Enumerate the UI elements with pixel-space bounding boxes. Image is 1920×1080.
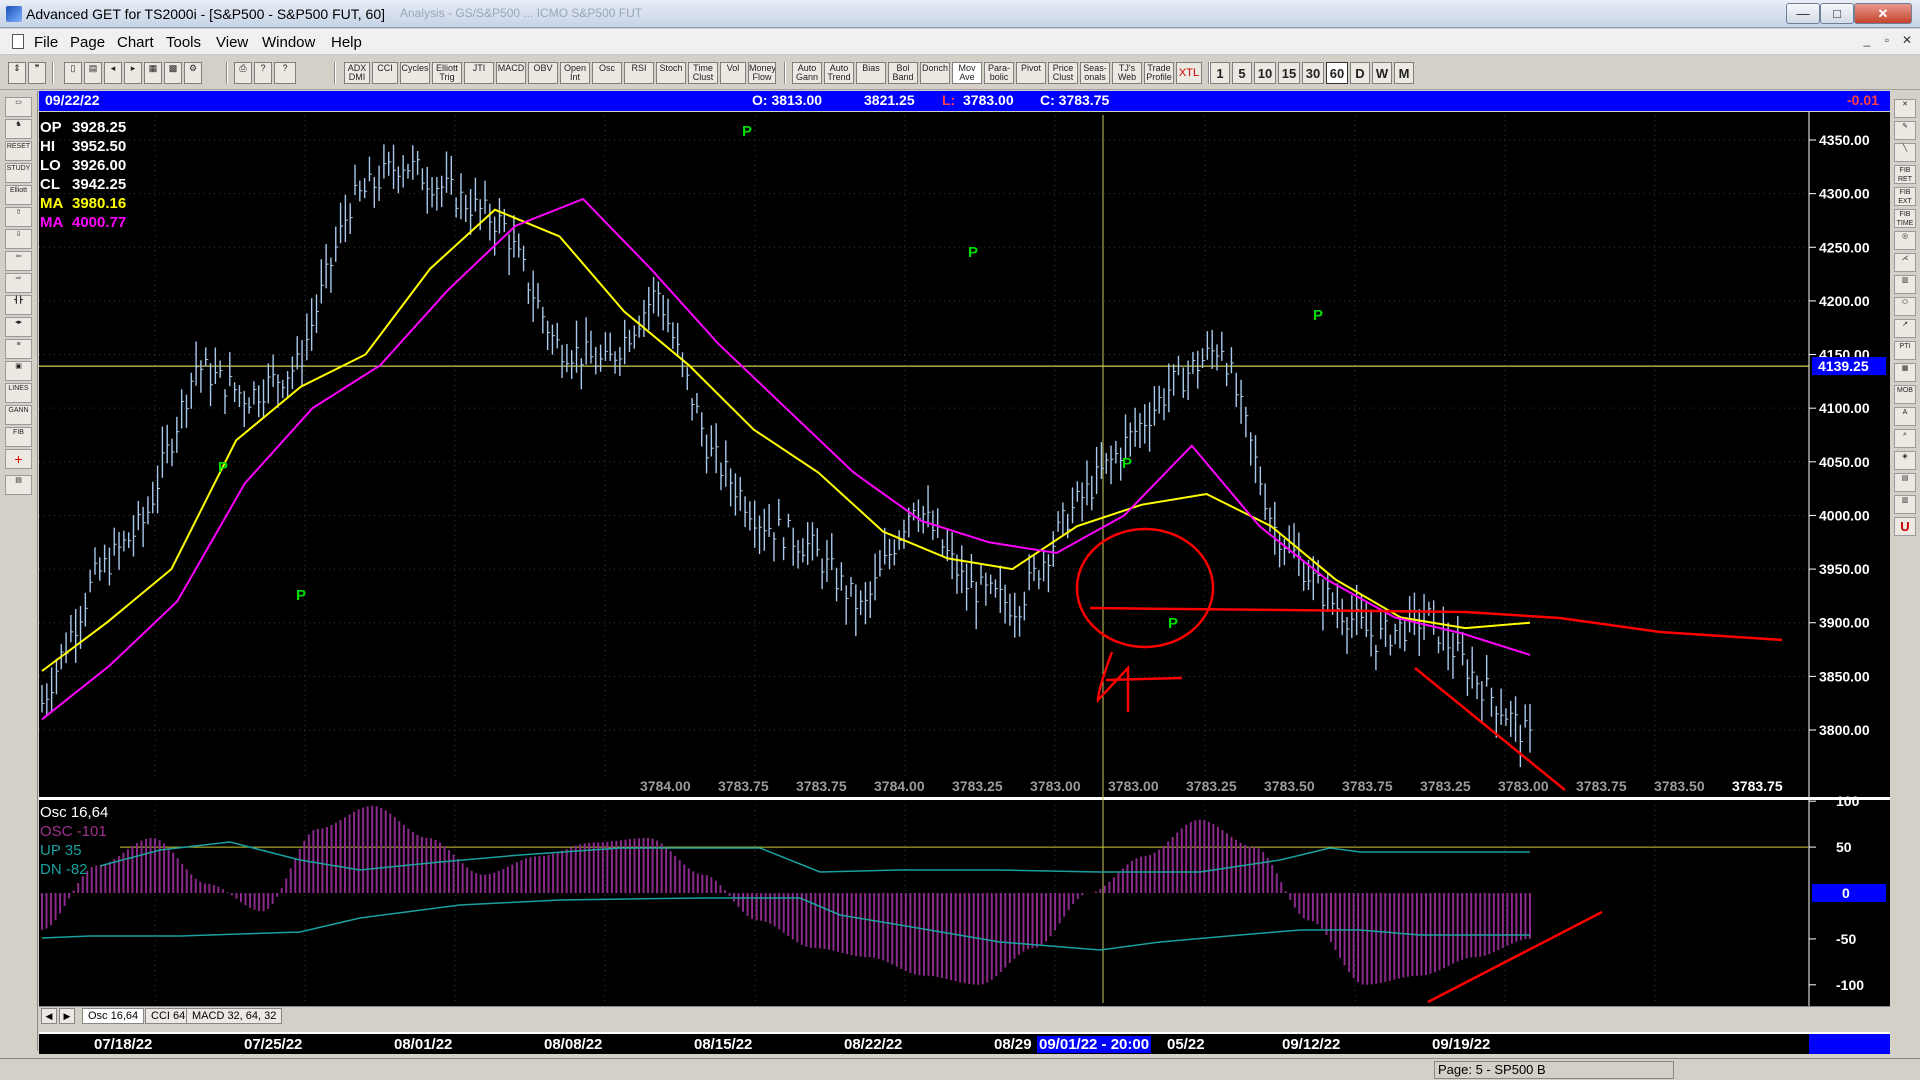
lo-label: LO: [40, 157, 61, 174]
status-bar: Page: 5 - SP500 B: [0, 1058, 1920, 1080]
price-axis-label: 4300.00: [1819, 186, 1870, 202]
op-label: OP: [40, 119, 62, 136]
bar-price-label: 3783.25: [1186, 778, 1237, 794]
bar-price-label: 3783.00: [1498, 778, 1549, 794]
bar-price-label: 3783.75: [796, 778, 847, 794]
bar-price-label: 3783.75: [718, 778, 769, 794]
bar-price-label: 3784.00: [874, 778, 925, 794]
bar-price-label: 3783.50: [1654, 778, 1705, 794]
osc-axis-label: 100: [1836, 793, 1860, 809]
annotation-support-line: [1089, 606, 1466, 614]
hi-value: 3952.50: [72, 138, 127, 155]
status-page-info: Page: 5 - SP500 B: [1434, 1061, 1674, 1079]
price-axis-label: 4050.00: [1819, 454, 1870, 470]
ma-slow-label: MA: [40, 214, 64, 231]
date-label: 07/18/22: [94, 1036, 153, 1053]
osc-title: Osc 16,64: [40, 804, 109, 821]
tab-osc[interactable]: Osc 16,64: [82, 1008, 145, 1024]
crosshair-date-label: 09/01/22 - 20:00: [1037, 1036, 1152, 1053]
annotation-handwriting: [1096, 651, 1183, 712]
price-axis-label: 4250.00: [1819, 239, 1870, 255]
price-axis-label: 4200.00: [1819, 293, 1870, 309]
date-label: 09/12/22: [1282, 1036, 1341, 1053]
crosshair-price-label: 4139.25: [1818, 358, 1869, 374]
bar-price-label: 3783.75: [1342, 778, 1393, 794]
ma-fast-label: MA: [40, 195, 64, 212]
cl-label: CL: [40, 176, 60, 193]
ma-fast-value: 3980.16: [72, 195, 127, 212]
ohlc-legend: OP 3928.25 HI 3952.50 LO 3926.00 CL 3942.25 …: [40, 118, 126, 232]
bar-price-label: 3783.25: [952, 778, 1003, 794]
bar-price-label: 3783.75: [1576, 778, 1627, 794]
pivot-marker: P: [1168, 615, 1178, 632]
cl-value: 3942.25: [72, 176, 127, 193]
bar-price-label: 3784.00: [640, 778, 691, 794]
study-tabbar: ◀ ▶ Osc 16,64 CCI 64 MACD 32, 64, 32: [39, 1006, 1890, 1025]
osc-dn-line: [41, 897, 1530, 951]
date-label: 08/01/22: [394, 1036, 453, 1053]
annotation-circle: [1075, 527, 1215, 649]
moving-average-fast-line: [41, 208, 1531, 672]
price-axis-label: 4000.00: [1819, 507, 1870, 523]
pivot-marker: P: [968, 244, 978, 261]
date-axis-end: [1809, 1034, 1890, 1054]
annotation-trend-line: [1464, 610, 1783, 642]
bar-price-label: 3783.00: [1030, 778, 1081, 794]
lo-value: 3926.00: [72, 157, 127, 174]
date-axis: 07/18/22 07/25/22 08/01/22 08/08/22 08/1…: [39, 1032, 1890, 1054]
ma-slow-value: 4000.77: [72, 214, 127, 231]
date-label: 08/22/22: [844, 1036, 903, 1053]
bar-price-label: 3783.50: [1264, 778, 1315, 794]
osc-up-value: UP 35: [40, 842, 82, 859]
pivot-marker: P: [218, 459, 228, 476]
price-axis-label: 4100.00: [1819, 400, 1870, 416]
price-axis-label: 4350.00: [1819, 132, 1870, 148]
chart-drawing: 4350.004300.004250.004200.004150.004100.…: [39, 112, 1890, 1006]
moving-average-slow-line: [41, 197, 1531, 721]
price-axis-label: 3800.00: [1819, 722, 1870, 738]
price-axis-label: 3850.00: [1819, 668, 1870, 684]
osc-axis-area: [1810, 800, 1890, 1006]
osc-axis-label: 50: [1836, 839, 1852, 855]
price-axis-label: 3950.00: [1819, 561, 1870, 577]
pivot-marker: P: [742, 123, 752, 140]
op-value: 3928.25: [72, 119, 127, 136]
price-axis-label: 3900.00: [1819, 615, 1870, 631]
pivot-marker: P: [1313, 307, 1323, 324]
osc-axis-label: 0: [1842, 885, 1850, 901]
tab-scroll-left-icon[interactable]: ◀: [41, 1008, 57, 1024]
pivot-marker: P: [296, 587, 306, 604]
tab-cci[interactable]: CCI 64: [145, 1008, 192, 1024]
pivot-marker: P: [1122, 455, 1132, 472]
bar-price-label: 3783.75: [1732, 778, 1783, 794]
tab-scroll-right-icon[interactable]: ▶: [59, 1008, 75, 1024]
oscillator-legend: Osc 16,64 OSC -101 UP 35 DN -82: [40, 803, 108, 879]
date-label: 09/19/22: [1432, 1036, 1491, 1053]
date-label: 08/08/22: [544, 1036, 603, 1053]
bar-price-label: 3783.00: [1108, 778, 1159, 794]
date-label: 07/25/22: [244, 1036, 303, 1053]
annotation-down-line: [1414, 667, 1566, 791]
osc-axis-label: -50: [1836, 931, 1856, 947]
bar-price-label: 3783.25: [1420, 778, 1471, 794]
hi-label: HI: [40, 138, 55, 155]
date-label: 05/22: [1167, 1036, 1205, 1053]
osc-axis-label: -100: [1836, 977, 1864, 993]
date-label: 08/29: [994, 1036, 1032, 1053]
date-label: 08/15/22: [694, 1036, 753, 1053]
osc-dn-value: DN -82: [40, 861, 88, 878]
osc-up-line: [99, 841, 1530, 873]
osc-value: OSC -101: [40, 823, 107, 840]
tab-macd[interactable]: MACD 32, 64, 32: [186, 1008, 283, 1024]
